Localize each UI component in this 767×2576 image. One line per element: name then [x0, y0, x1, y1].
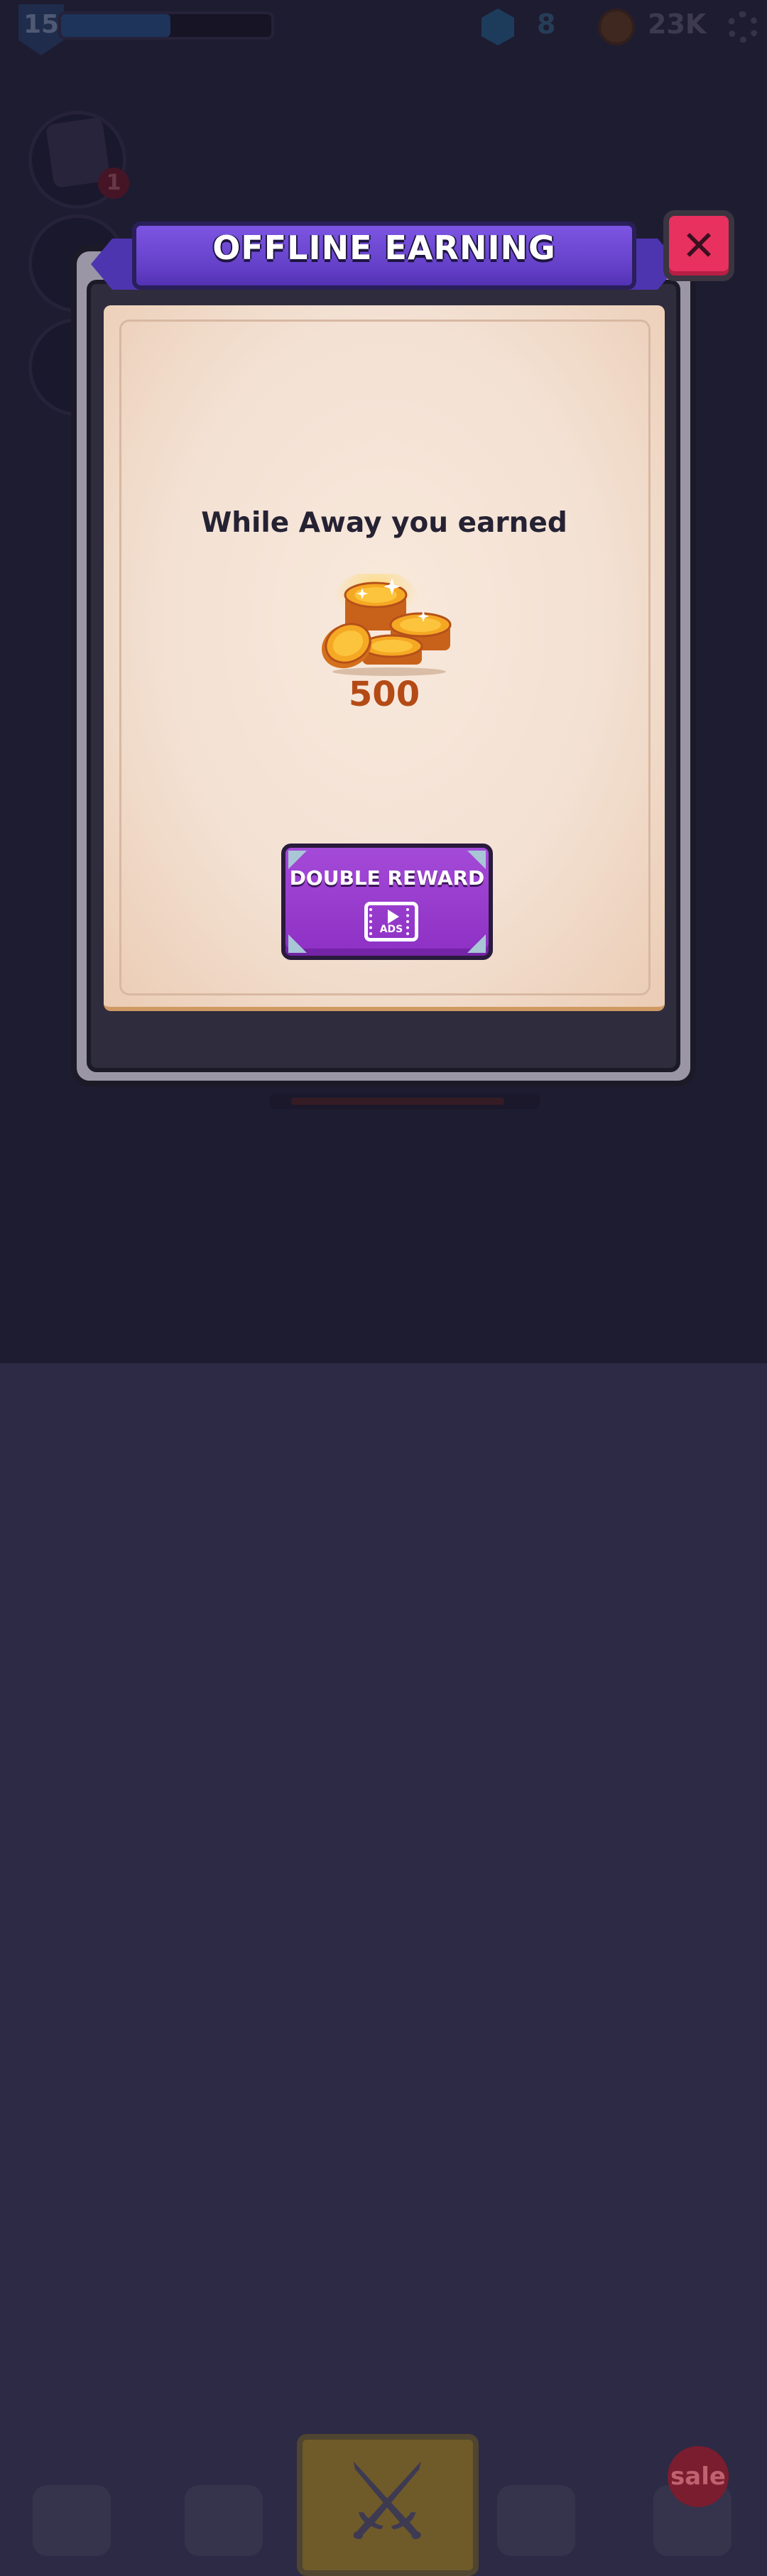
sale-badge: sale — [668, 2446, 729, 2507]
ads-label: ADS — [379, 924, 403, 935]
modal-title: OFFLINE EARNING — [212, 229, 556, 267]
anvil-icon[interactable] — [33, 2485, 111, 2556]
close-icon: ✕ — [681, 222, 717, 270]
crossed-swords-icon: ⚔ — [339, 2441, 435, 2565]
play-icon — [388, 910, 399, 924]
reward-amount: 500 — [348, 675, 420, 714]
button-corner-ornament — [288, 934, 307, 953]
video-ad-icon: ADS — [364, 902, 418, 942]
coin-pile-icon — [321, 574, 452, 676]
double-reward-button[interactable]: DOUBLE REWARD ADS — [281, 844, 493, 960]
strength-upgrade-icon[interactable] — [185, 2485, 263, 2556]
button-corner-ornament — [467, 934, 486, 953]
earned-message: While Away you earned — [201, 507, 567, 539]
helmet-icon[interactable] — [497, 2485, 575, 2556]
close-button[interactable]: ✕ — [663, 210, 734, 281]
double-reward-label: DOUBLE REWARD — [289, 866, 485, 890]
